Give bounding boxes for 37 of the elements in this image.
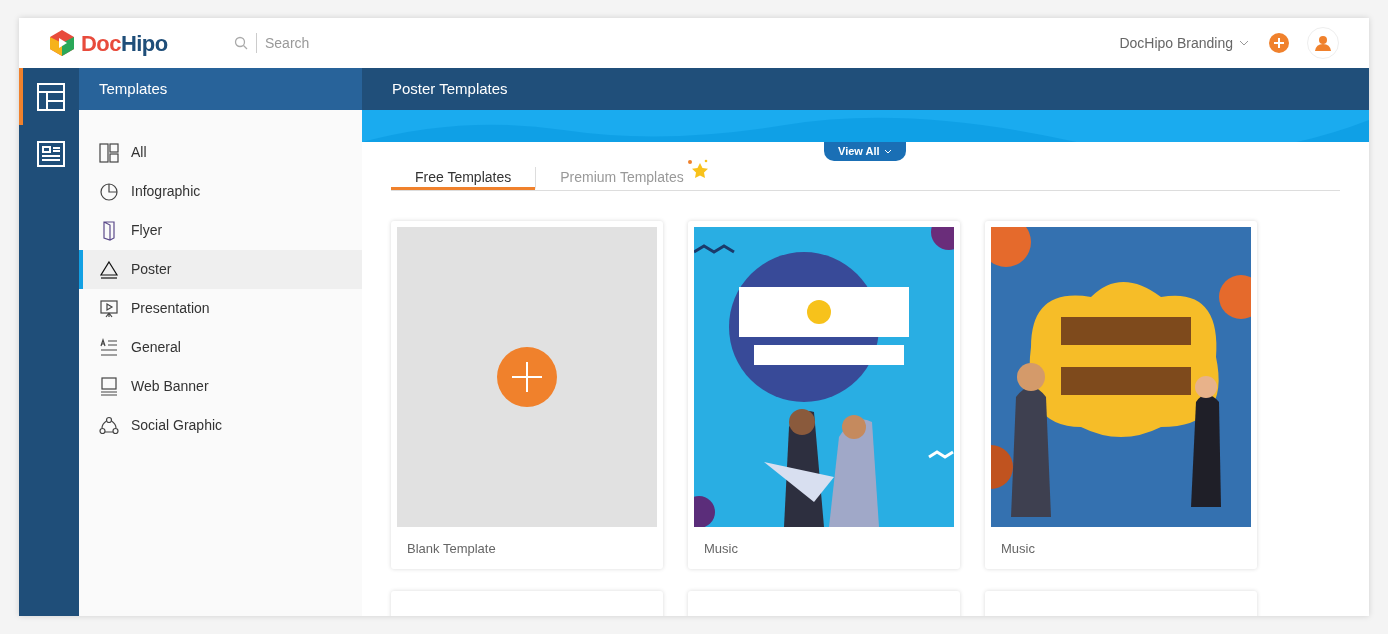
card-label: Blank Template bbox=[406, 540, 497, 558]
workspace-dropdown[interactable]: DocHipo Branding bbox=[1119, 32, 1249, 54]
template-tab[interactable]: Free Templates bbox=[391, 167, 536, 190]
document-icon bbox=[36, 138, 66, 169]
logo-text: DocHipo bbox=[81, 29, 168, 58]
sidebar-item[interactable]: Poster bbox=[79, 250, 362, 289]
add-button[interactable] bbox=[1269, 33, 1289, 53]
template-card[interactable]: Music bbox=[985, 221, 1257, 569]
text-lines-icon bbox=[99, 337, 119, 358]
chevron-down-icon bbox=[883, 148, 892, 154]
plus-icon bbox=[1274, 38, 1284, 48]
search-field[interactable]: Search bbox=[265, 32, 465, 54]
logo-icon bbox=[49, 29, 75, 57]
sidebar-item[interactable]: Flyer bbox=[79, 211, 362, 250]
view-all-button[interactable]: View All bbox=[824, 141, 906, 161]
monitor-icon bbox=[99, 376, 119, 397]
card-label: Music bbox=[1000, 540, 1036, 558]
template-card[interactable]: Music bbox=[688, 221, 960, 569]
card-label: Music bbox=[703, 540, 739, 558]
sidebar-item[interactable]: Social Graphic bbox=[79, 406, 362, 445]
network-icon bbox=[99, 415, 119, 436]
sidebar-item[interactable]: All bbox=[79, 133, 362, 172]
pie-chart-icon bbox=[99, 181, 119, 202]
page-title: Poster Templates bbox=[392, 78, 508, 99]
sidebar-item[interactable]: Infographic bbox=[79, 172, 362, 211]
presentation-icon bbox=[99, 298, 119, 319]
sidebar-item[interactable]: Web Banner bbox=[79, 367, 362, 406]
chevron-down-icon bbox=[1239, 40, 1249, 46]
user-icon bbox=[1315, 35, 1331, 51]
sidebar-item[interactable]: General bbox=[79, 328, 362, 367]
template-card[interactable]: Blank Template bbox=[391, 221, 663, 569]
layout-icon bbox=[36, 81, 66, 112]
search-icon bbox=[234, 36, 248, 50]
grid-icon bbox=[99, 142, 119, 163]
sidebar-title: Templates bbox=[99, 78, 168, 99]
sidebar-item[interactable]: Presentation bbox=[79, 289, 362, 328]
triangle-icon bbox=[99, 259, 119, 280]
